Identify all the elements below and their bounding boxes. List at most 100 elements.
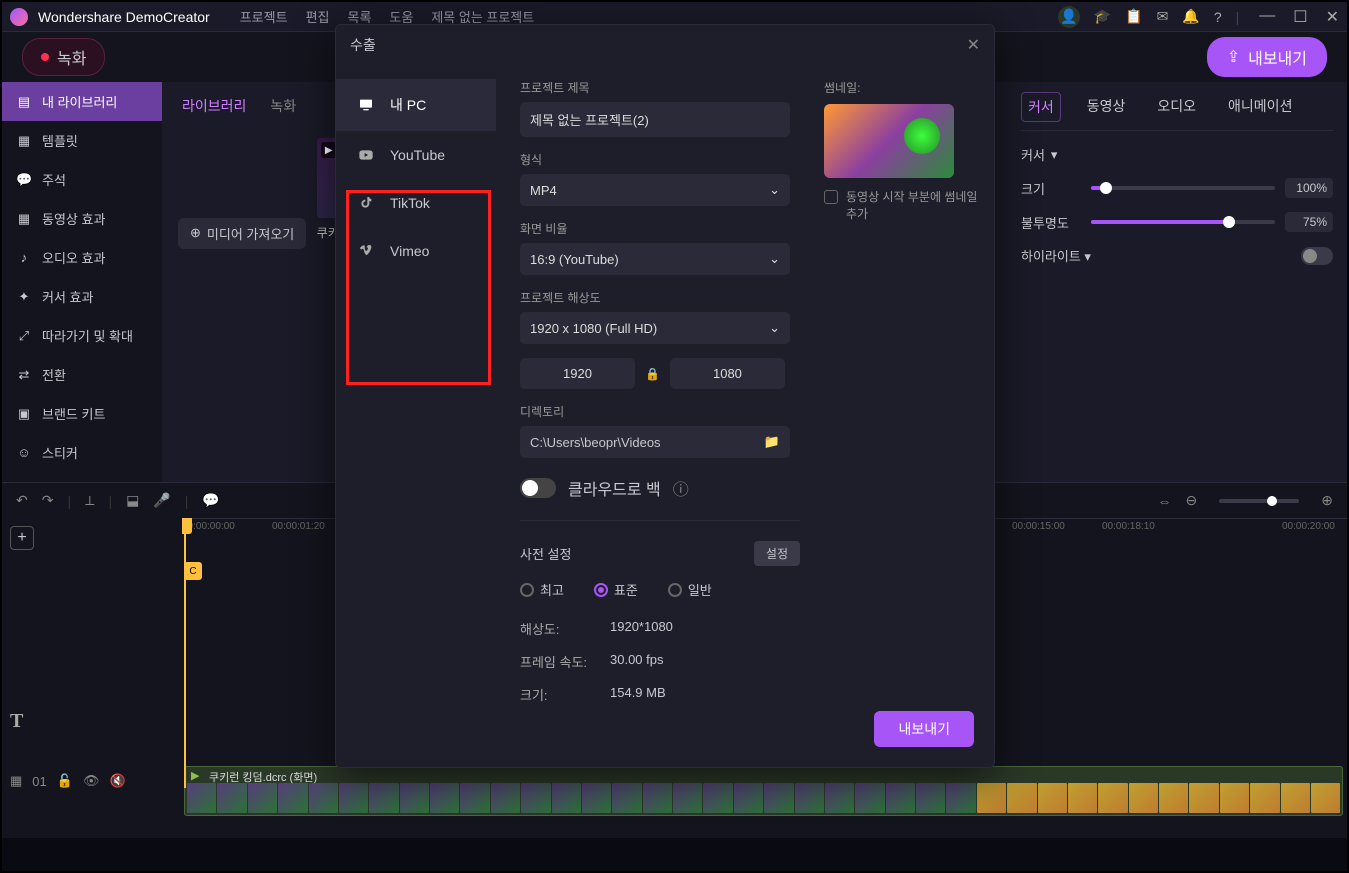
sidebar-item-library[interactable]: ▤내 라이브러리 xyxy=(2,82,162,121)
size-slider[interactable] xyxy=(1091,186,1275,190)
mail-icon[interactable]: ✉ xyxy=(1157,8,1169,25)
thumbnail-label: 썸네일: xyxy=(824,79,980,96)
export-icon: ⇪ xyxy=(1227,47,1240,67)
cloud-backup-toggle[interactable] xyxy=(520,478,556,498)
record-button[interactable]: 녹화 xyxy=(22,38,105,76)
modal-export-button[interactable]: 내보내기 xyxy=(874,711,974,747)
preset-label: 사전 설정 xyxy=(520,544,571,563)
tab-record[interactable]: 녹화 xyxy=(270,96,296,116)
redo-icon[interactable]: ↷ xyxy=(42,492,54,509)
record-label: 녹화 xyxy=(57,45,86,69)
graduation-icon[interactable]: 🎓 xyxy=(1094,8,1111,25)
sidebar-item-templates[interactable]: ▦템플릿 xyxy=(2,121,162,160)
marker-icon[interactable]: ⬓ xyxy=(126,492,139,509)
aspect-label: 화면 비율 xyxy=(520,220,800,237)
zoom-out-icon[interactable]: ⊖ xyxy=(1186,492,1198,509)
project-title-input[interactable]: 제목 없는 프로젝트(2) xyxy=(520,102,790,137)
sidebar-label: 동영상 효과 xyxy=(42,209,105,228)
export-modal: 수출 ✕ 내 PC YouTube TikTok Vimeo xyxy=(335,24,995,768)
track-icon[interactable]: ▦ xyxy=(10,773,22,789)
app-title: Wondershare DemoCreator xyxy=(38,9,210,25)
preset-settings-button[interactable]: 설정 xyxy=(754,541,800,566)
radio-checked-icon xyxy=(594,583,608,597)
lock-icon[interactable]: 🔓 xyxy=(57,773,73,789)
sidebar-item-cursor-fx[interactable]: ✦커서 효과 xyxy=(2,277,162,316)
sidebar-item-brand[interactable]: ▣브랜드 키트 xyxy=(2,394,162,433)
crop-icon[interactable]: ⟂ xyxy=(85,492,94,509)
close-icon[interactable]: ✕ xyxy=(1326,7,1339,27)
annotation-icon: 💬 xyxy=(16,172,32,188)
properties-panel: 커서 동영상 오디오 애니메이션 커서 ▾ 크기 100% 불투명도 75% 하… xyxy=(1007,82,1347,482)
app-logo xyxy=(10,8,28,26)
folder-icon[interactable]: 📁 xyxy=(764,434,780,450)
maximize-icon[interactable]: ☐ xyxy=(1293,7,1307,27)
size-value[interactable]: 100% xyxy=(1285,178,1333,198)
sidebar-item-annotation[interactable]: 💬주석 xyxy=(2,160,162,199)
format-select[interactable]: MP4⌄ xyxy=(520,174,790,206)
sidebar-item-sticker[interactable]: ☺스티커 xyxy=(2,433,162,472)
undo-icon[interactable]: ↶ xyxy=(16,492,28,509)
video-track-clip[interactable]: ▶ 쿠키런 킹덤.dcrc (화면) xyxy=(184,766,1343,816)
text-tool-icon[interactable]: T xyxy=(10,710,174,733)
minimize-icon[interactable]: — xyxy=(1259,7,1275,27)
directory-input[interactable]: C:\Users\beopr\Videos 📁 xyxy=(520,426,790,458)
highlight-toggle[interactable] xyxy=(1301,247,1333,265)
timeline-track-header: + T ▦ 01 🔓 👁 🔇 xyxy=(2,518,182,838)
aspect-lock-icon[interactable]: 🔒 xyxy=(645,367,660,381)
modal-close-icon[interactable]: ✕ xyxy=(967,35,980,55)
chevron-down-icon[interactable]: ▾ xyxy=(1051,147,1058,163)
sidebar-label: 템플릿 xyxy=(42,131,78,150)
mute-icon[interactable]: 🔇 xyxy=(109,773,125,789)
tab-video[interactable]: 동영상 xyxy=(1081,92,1132,122)
preset-best[interactable]: 최고 xyxy=(520,580,564,599)
dest-label: Vimeo xyxy=(390,243,429,259)
export-dest-tiktok[interactable]: TikTok xyxy=(336,179,496,227)
export-dest-youtube[interactable]: YouTube xyxy=(336,131,496,179)
sidebar-item-transition[interactable]: ⇄전환 xyxy=(2,355,162,394)
highlight-row: 하이라이트 ▾ xyxy=(1021,246,1333,265)
tab-audio[interactable]: 오디오 xyxy=(1151,92,1202,122)
divider: | xyxy=(67,493,71,509)
window-controls: — ☐ ✕ xyxy=(1259,7,1339,27)
preset-normal[interactable]: 일반 xyxy=(668,580,712,599)
sidebar-item-audio-fx[interactable]: ♪오디오 효과 xyxy=(2,238,162,277)
modal-header: 수출 ✕ xyxy=(336,25,994,65)
tab-library[interactable]: 라이브러리 xyxy=(182,96,246,116)
fit-icon[interactable]: ⇔ xyxy=(1158,493,1172,509)
export-dest-vimeo[interactable]: Vimeo xyxy=(336,227,496,275)
import-media-button[interactable]: ⊕ 미디어 가져오기 xyxy=(178,218,306,249)
clip-marker[interactable]: C xyxy=(184,562,202,580)
menu-project[interactable]: 프로젝트 xyxy=(240,7,288,26)
ruler-tick: 00:00:15:00 xyxy=(1012,521,1065,532)
tab-animation[interactable]: 애니메이션 xyxy=(1222,92,1298,122)
export-button[interactable]: ⇪ 내보내기 xyxy=(1207,37,1327,77)
menu-edit[interactable]: 편집 xyxy=(306,7,330,26)
info-fps: 프레임 속도:30.00 fps xyxy=(520,652,800,671)
user-avatar-icon[interactable]: 👤 xyxy=(1058,6,1080,28)
resolution-select[interactable]: 1920 x 1080 (Full HD)⌄ xyxy=(520,312,790,344)
thumbnail-checkbox-row[interactable]: 동영상 시작 부분에 썸네일 추가 xyxy=(824,188,980,222)
mic-icon[interactable]: 🎤 xyxy=(153,492,170,509)
help-icon[interactable]: ? xyxy=(1214,9,1222,25)
height-input[interactable]: 1080 xyxy=(670,358,785,389)
chat-icon[interactable]: 💬 xyxy=(202,492,219,509)
zoom-slider[interactable] xyxy=(1219,499,1299,503)
tab-cursor[interactable]: 커서 xyxy=(1021,92,1061,122)
clipboard-icon[interactable]: 📋 xyxy=(1125,8,1142,25)
export-dest-pc[interactable]: 내 PC xyxy=(336,79,496,131)
aspect-select[interactable]: 16:9 (YouTube)⌄ xyxy=(520,243,790,275)
bell-icon[interactable]: 🔔 xyxy=(1182,8,1199,25)
playhead[interactable] xyxy=(184,518,186,788)
width-input[interactable]: 1920 xyxy=(520,358,635,389)
sidebar-item-video-fx[interactable]: ▦동영상 효과 xyxy=(2,199,162,238)
zoom-in-icon[interactable]: ⊕ xyxy=(1321,492,1333,509)
sidebar-item-pan-zoom[interactable]: ⤢따라가기 및 확대 xyxy=(2,316,162,355)
info-icon[interactable]: ⓘ xyxy=(673,476,689,500)
add-track-button[interactable]: + xyxy=(10,526,34,550)
opacity-value[interactable]: 75% xyxy=(1285,212,1333,232)
eye-icon[interactable]: 👁 xyxy=(83,773,100,789)
property-tabs: 커서 동영상 오디오 애니메이션 xyxy=(1021,92,1333,131)
thumbnail-preview[interactable] xyxy=(824,104,954,178)
opacity-slider[interactable] xyxy=(1091,220,1275,224)
preset-standard[interactable]: 표준 xyxy=(594,580,638,599)
